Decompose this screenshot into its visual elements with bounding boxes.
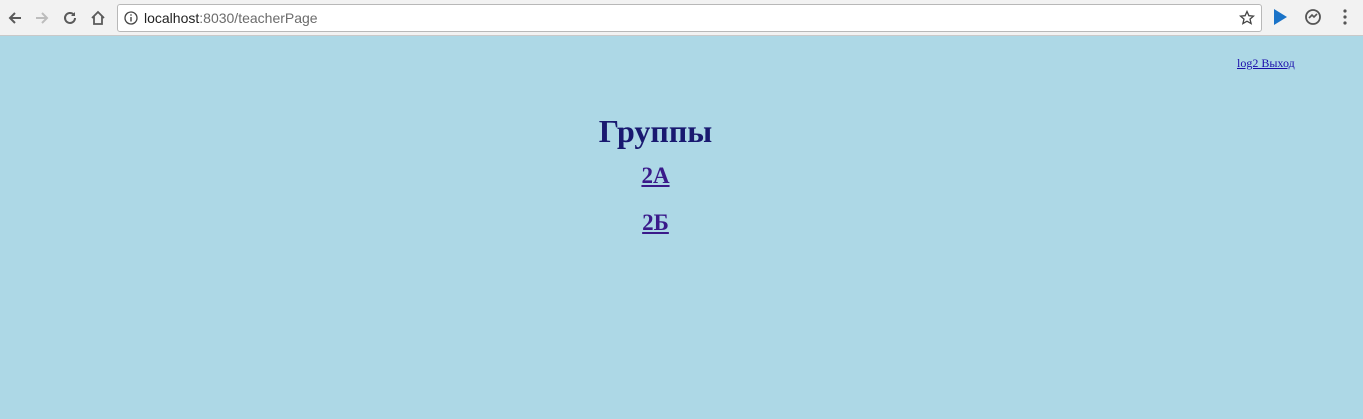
page-content: log2 Выход Группы 2А 2Б <box>0 37 1363 419</box>
group-link-2a[interactable]: 2А <box>641 163 669 188</box>
logout-link[interactable]: log2 Выход <box>1237 56 1295 71</box>
groups-list: 2А 2Б <box>0 162 1311 236</box>
groups-section: Группы 2А 2Б <box>0 112 1311 236</box>
page-title: Группы <box>598 113 713 149</box>
info-icon[interactable] <box>124 11 138 30</box>
browser-toolbar: localhost:8030/teacherPage <box>0 0 1363 36</box>
back-arrow-icon[interactable] <box>5 8 25 28</box>
address-bar[interactable]: localhost:8030/teacherPage <box>117 4 1262 32</box>
url-text[interactable]: localhost:8030/teacherPage <box>144 10 318 26</box>
menu-dots-icon[interactable] <box>1337 8 1353 31</box>
sync-extension-icon[interactable] <box>1304 8 1322 31</box>
bookmark-star-icon[interactable] <box>1238 9 1256 31</box>
forward-arrow-icon[interactable] <box>32 8 52 28</box>
reload-icon[interactable] <box>60 8 80 28</box>
list-item: 2Б <box>0 209 1311 236</box>
group-link-2b[interactable]: 2Б <box>642 210 669 235</box>
list-item: 2А <box>0 162 1311 189</box>
play-extension-icon[interactable] <box>1272 8 1288 31</box>
home-icon[interactable] <box>88 8 108 28</box>
